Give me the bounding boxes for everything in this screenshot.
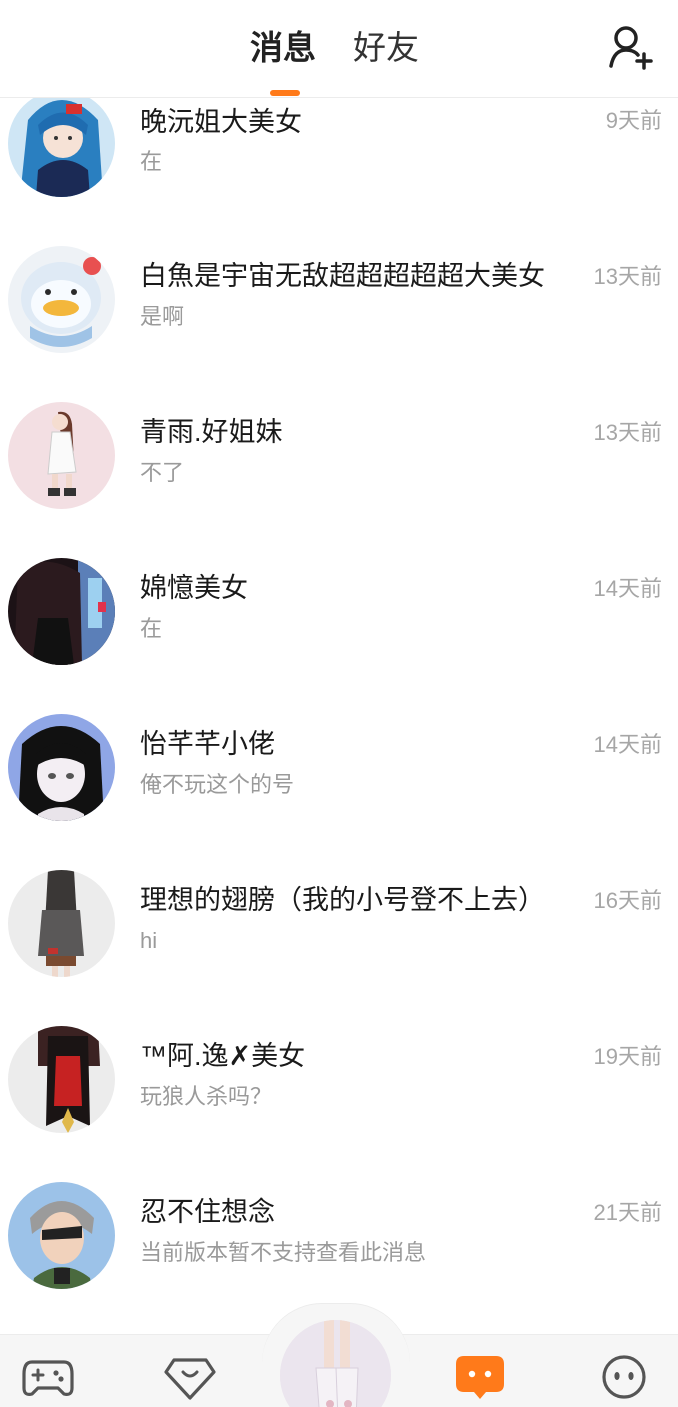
- add-person-icon: [609, 26, 653, 70]
- gamepad-icon: [22, 1360, 74, 1396]
- conversation-row[interactable]: 婂憶美女 在 14天前: [0, 558, 678, 716]
- top-header: 消息 好友: [0, 0, 678, 98]
- avatar: [8, 714, 115, 821]
- conversation-name: 婂憶美女: [140, 573, 248, 603]
- conversation-preview: 俺不玩这个的号: [140, 772, 295, 797]
- nav-profile[interactable]: [598, 1354, 650, 1400]
- heart-badge-icon: [164, 1358, 216, 1400]
- conversation-row[interactable]: 青雨.好姐妹 不了 13天前: [0, 402, 678, 560]
- conversation-preview: hi: [140, 928, 158, 953]
- tab-friends[interactable]: 好友: [353, 26, 419, 70]
- nav-messages[interactable]: [454, 1354, 506, 1400]
- conversation-preview: 玩狼人杀吗？: [140, 1084, 273, 1109]
- add-friend-button[interactable]: [608, 24, 654, 70]
- conversation-time: 13天前: [593, 420, 662, 445]
- avatar: [8, 1182, 115, 1289]
- conversation-name: 青雨.好姐妹: [140, 417, 283, 447]
- conversation-name: 理想的翅膀（我的小号登不上去）: [140, 885, 545, 915]
- conversation-preview: 当前版本暂不支持查看此消息: [140, 1240, 427, 1265]
- smiley-icon: [602, 1355, 646, 1399]
- avatar: [8, 246, 115, 353]
- conversation-time: 21天前: [593, 1200, 662, 1225]
- conversation-time: 13天前: [593, 264, 662, 289]
- conversation-row[interactable]: 白魚是宇宙无敌超超超超超大美女 是啊 13天前: [0, 246, 678, 404]
- messages-screen: 晚沅姐大美女 在 9天前 白魚是宇宙无敌超超超超超大美女 是啊 13天前 青雨.…: [0, 0, 678, 1407]
- conversation-row[interactable]: ™阿.逸✗美女 玩狼人杀吗？ 19天前: [0, 1026, 678, 1184]
- avatar: [8, 558, 115, 665]
- conversation-time: 14天前: [593, 576, 662, 601]
- nav-games[interactable]: [22, 1354, 74, 1400]
- conversation-name: 怡芊芊小佬: [140, 729, 275, 759]
- nav-heart[interactable]: [164, 1354, 216, 1400]
- conversation-name: 白魚是宇宙无敌超超超超超大美女: [140, 261, 545, 291]
- conversation-time: 9天前: [605, 108, 662, 133]
- conversation-preview: 不了: [140, 460, 185, 485]
- tab-active-indicator: [270, 90, 300, 96]
- conversation-time: 14天前: [593, 732, 662, 757]
- avatar: [8, 870, 115, 977]
- conversation-time: 16天前: [593, 888, 662, 913]
- conversation-row[interactable]: 理想的翅膀（我的小号登不上去） hi 16天前: [0, 870, 678, 1028]
- conversation-preview: 在: [140, 149, 163, 174]
- conversation-name: 忍不住想念: [140, 1197, 275, 1227]
- avatar: [8, 90, 115, 197]
- conversation-preview: 在: [140, 616, 163, 641]
- conversation-name: ™阿.逸✗美女: [140, 1041, 306, 1071]
- conversation-preview: 是啊: [140, 304, 185, 329]
- avatar: [8, 1026, 115, 1133]
- chat-bubble-icon: [456, 1356, 504, 1399]
- conversation-row[interactable]: 怡芊芊小佬 俺不玩这个的号 14天前: [0, 714, 678, 872]
- conversation-name: 晚沅姐大美女: [140, 107, 302, 137]
- tab-messages[interactable]: 消息: [250, 26, 316, 70]
- avatar: [8, 402, 115, 509]
- conversation-row[interactable]: 晚沅姐大美女 在 9天前: [0, 90, 678, 248]
- conversation-time: 19天前: [593, 1044, 662, 1069]
